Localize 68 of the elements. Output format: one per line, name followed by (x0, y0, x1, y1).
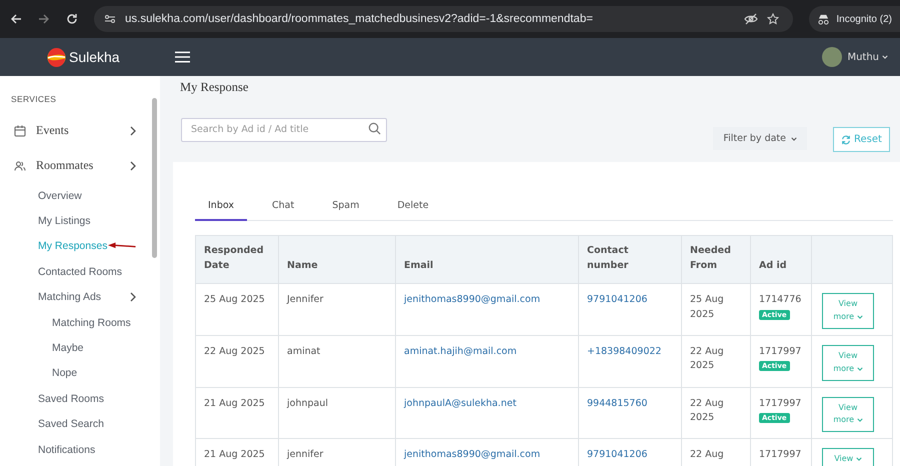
ad-id: 1717997 (759, 345, 802, 360)
table-cell: 21 Aug 2025 (196, 387, 278, 439)
tab[interactable]: Delete (384, 194, 442, 221)
sidebar-item[interactable]: Maybe (52, 342, 84, 354)
calendar-icon (14, 124, 26, 136)
page-title: My Response (180, 80, 250, 95)
phone-link[interactable]: +18398409022 (587, 346, 662, 358)
column-header: Responded Date (196, 236, 278, 284)
ad-id: 1717997 (759, 396, 802, 411)
reload-icon[interactable] (66, 13, 78, 25)
chevron-right-icon[interactable] (130, 160, 136, 170)
email-link[interactable]: aminat.hajih@mail.com (404, 346, 517, 358)
column-header: Needed From (682, 236, 750, 284)
avatar-placeholder[interactable] (822, 47, 842, 67)
tab[interactable]: Inbox (195, 194, 247, 221)
search-icon[interactable] (368, 122, 381, 135)
tab[interactable]: Chat (259, 194, 308, 221)
sidebar-item[interactable]: Saved Rooms (38, 392, 104, 405)
phone-link[interactable]: 9791041206 (587, 294, 648, 306)
sidebar-item[interactable]: Contacted Rooms (38, 266, 122, 278)
column-header: Contact number (578, 236, 682, 284)
section-heading: SERVICES (10, 94, 58, 104)
email-link[interactable]: johnpaulA@sulekha.net (404, 398, 516, 409)
chevron-right-icon[interactable] (130, 126, 136, 136)
people-icon (14, 160, 26, 172)
menu-icon[interactable] (175, 51, 190, 63)
incognito-icon (817, 14, 830, 24)
user-menu[interactable]: Muthu (847, 52, 879, 62)
table-cell: 21 Aug 2025 (196, 438, 278, 466)
site-settings-icon[interactable] (104, 13, 116, 25)
back-icon[interactable] (10, 13, 22, 25)
address-bar[interactable]: us.sulekha.com/user/dashboard/roommates_matchedbusinesv2?adid=-1&srecommendtab= (94, 6, 794, 32)
sidebar-item[interactable]: Overview (38, 190, 82, 202)
ad-id: 1714776 (759, 293, 802, 308)
incognito-button[interactable]: Incognito (2) (809, 6, 900, 32)
caret-icon[interactable] (791, 136, 797, 140)
table-cell: 25 Aug 2025 (196, 284, 278, 336)
sidebar-item[interactable]: Notifications (38, 444, 96, 456)
sidebar-item[interactable]: My Listings (38, 215, 91, 228)
forward-icon[interactable] (38, 13, 50, 25)
phone-link[interactable]: 9944815760 (587, 398, 648, 409)
logo-text[interactable]: Sulekha (69, 49, 120, 65)
table-cell: aminat (278, 336, 396, 388)
sidebar-item[interactable]: Matching Ads (38, 291, 102, 304)
column-header: Name (278, 236, 396, 284)
sidebar-item[interactable]: Matching Rooms (52, 316, 131, 329)
chevron-right-icon[interactable] (130, 292, 136, 302)
column-header: Ad id (750, 236, 812, 284)
url-text: us.sulekha.com/user/dashboard/roommates_matchedbusinesv2?adid=-1&srecommendtab= (125, 13, 593, 25)
sidebar-item[interactable]: Saved Search (38, 418, 104, 430)
email-link[interactable]: jenithomas8990@gmail.com (404, 294, 540, 306)
sidebar-item[interactable]: Nope (52, 367, 78, 380)
eye-slash-icon[interactable] (744, 13, 758, 25)
table-cell: 22 Aug 2025 (196, 336, 278, 388)
star-icon[interactable] (767, 13, 780, 25)
tab[interactable]: Spam (319, 194, 372, 221)
column-header: Email (396, 236, 578, 284)
sidebar-item[interactable]: Roommates (36, 158, 94, 173)
table-cell: 22 Aug 2025 (682, 336, 750, 388)
table-cell: johnpaul (278, 387, 396, 439)
table-cell: Jennifer (278, 284, 396, 336)
ad-id: 1717997 (759, 448, 802, 462)
sidebar-item[interactable]: Events (36, 123, 69, 138)
search-field[interactable]: Search by Ad id / Ad title (181, 118, 387, 142)
filter-dropdown[interactable]: Filter by date (713, 127, 807, 150)
table-cell: 22 Aug 2025 (682, 387, 750, 439)
logo-icon (47, 48, 66, 66)
table-cell: 25 Aug 2025 (682, 284, 750, 336)
